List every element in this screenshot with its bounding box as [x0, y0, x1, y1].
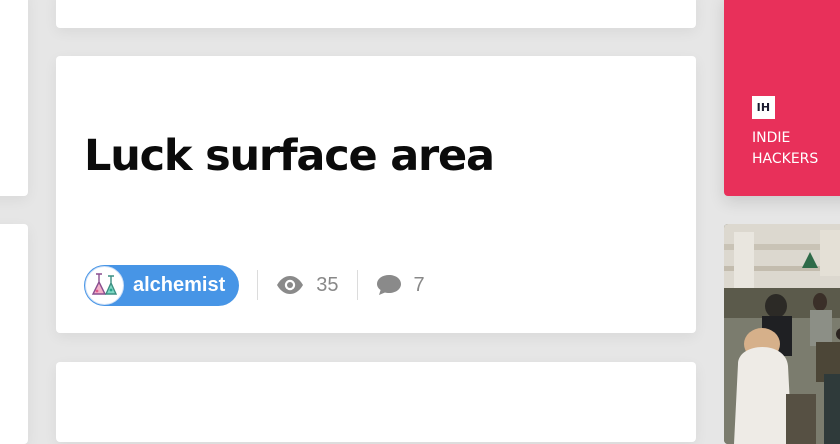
- author-button[interactable]: alchemist: [84, 264, 240, 306]
- eye-icon: [277, 276, 304, 294]
- speech-bubble-icon: [376, 275, 401, 295]
- views-count: 35: [316, 273, 339, 296]
- comments-count: 7: [413, 273, 425, 296]
- post-card-below[interactable]: [56, 362, 696, 442]
- meta-divider: [257, 270, 259, 300]
- cafe-photo: [724, 224, 840, 444]
- comments-stat[interactable]: 7: [376, 274, 425, 297]
- views-stat: 35: [276, 273, 339, 297]
- promo-line-2: HACKERS: [752, 151, 819, 167]
- flask-icon: [91, 273, 117, 295]
- post-title[interactable]: Luck surface area: [84, 130, 495, 182]
- adjacent-card-left-bottom[interactable]: [0, 224, 28, 444]
- post-card-above[interactable]: [56, 0, 696, 28]
- promo-label: INDIE HACKERS: [752, 128, 840, 170]
- indie-hackers-promo[interactable]: IH INDIE HACKERS: [724, 0, 840, 196]
- adjacent-card-left-top[interactable]: [0, 0, 28, 196]
- post-meta: alchemist 35 7: [84, 264, 425, 306]
- meta-divider: [356, 270, 358, 300]
- ih-logo-icon: IH: [752, 96, 775, 119]
- cafe-photo-card[interactable]: [724, 224, 840, 444]
- post-card[interactable]: Luck surface area alchemist 35 7: [56, 56, 696, 333]
- author-avatar: [85, 265, 124, 305]
- author-name: alchemist: [133, 273, 226, 296]
- promo-line-1: INDIE: [752, 130, 791, 146]
